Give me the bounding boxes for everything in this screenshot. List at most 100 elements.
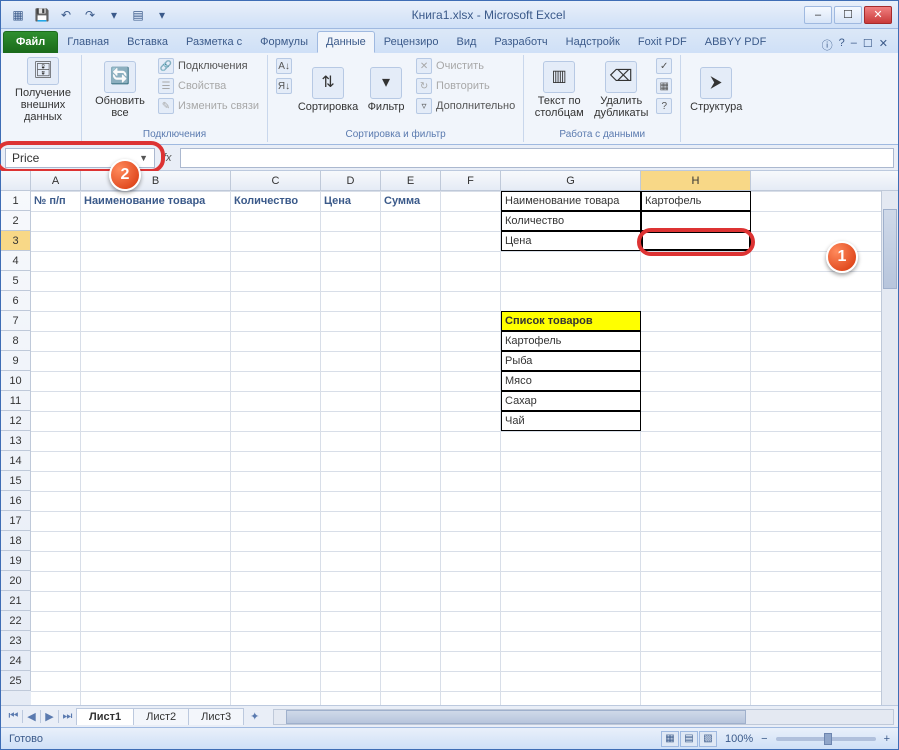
col-header-D[interactable]: D <box>321 171 381 190</box>
cell-G3[interactable]: Цена <box>501 231 641 251</box>
qat-dropdown-icon[interactable]: ▾ <box>151 4 173 26</box>
properties-button[interactable]: ☰Свойства <box>156 77 261 95</box>
horizontal-scrollbar[interactable] <box>273 709 894 725</box>
cell-G2[interactable]: Количество <box>501 211 641 231</box>
col-header-H[interactable]: H <box>641 171 751 190</box>
edit-links-button[interactable]: ✎Изменить связи <box>156 97 261 115</box>
zoom-slider[interactable] <box>776 737 876 741</box>
header-cell-A1[interactable]: № п/п <box>31 191 81 211</box>
col-header-F[interactable]: F <box>441 171 501 190</box>
row-header-11[interactable]: 11 <box>1 391 31 411</box>
save-icon[interactable]: 💾 <box>31 4 53 26</box>
sheet-nav-last-icon[interactable]: ⏭ <box>59 710 77 723</box>
row-header-20[interactable]: 20 <box>1 571 31 591</box>
doc-close-icon[interactable]: ✕ <box>879 37 888 53</box>
name-box-dropdown-icon[interactable]: ▼ <box>139 153 148 163</box>
tab-data[interactable]: Данные <box>317 31 375 53</box>
col-header-E[interactable]: E <box>381 171 441 190</box>
tab-abbyy[interactable]: ABBYY PDF <box>696 31 776 53</box>
col-header-C[interactable]: C <box>231 171 321 190</box>
ribbon-min-icon[interactable]: – <box>851 37 857 53</box>
col-header-A[interactable]: A <box>31 171 81 190</box>
remove-duplicates-button[interactable]: ⌫ Удалить дубликаты <box>592 57 650 123</box>
zoom-in-icon[interactable]: + <box>884 733 890 745</box>
cell-H2[interactable] <box>641 211 751 231</box>
new-sheet-icon[interactable]: ✦ <box>244 710 265 723</box>
tab-home[interactable]: Главная <box>58 31 118 53</box>
row-header-16[interactable]: 16 <box>1 491 31 511</box>
maximize-button[interactable]: ☐ <box>834 6 862 24</box>
row-header-18[interactable]: 18 <box>1 531 31 551</box>
data-validation-button[interactable]: ✓ <box>654 57 674 75</box>
connections-button[interactable]: 🔗Подключения <box>156 57 261 75</box>
header-cell-D1[interactable]: Цена <box>321 191 381 211</box>
close-button[interactable]: ✕ <box>864 6 892 24</box>
row-header-25[interactable]: 25 <box>1 671 31 691</box>
row-header-9[interactable]: 9 <box>1 351 31 371</box>
row-header-6[interactable]: 6 <box>1 291 31 311</box>
reapply-button[interactable]: ↻Повторить <box>414 77 517 95</box>
row-header-17[interactable]: 17 <box>1 511 31 531</box>
zoom-out-icon[interactable]: − <box>761 733 767 745</box>
row-header-21[interactable]: 21 <box>1 591 31 611</box>
sheet-tab-2[interactable]: Лист2 <box>133 708 189 725</box>
row-header-7[interactable]: 7 <box>1 311 31 331</box>
cell-list-item-3[interactable]: Сахар <box>501 391 641 411</box>
row-header-14[interactable]: 14 <box>1 451 31 471</box>
row-header-8[interactable]: 8 <box>1 331 31 351</box>
cell-G1[interactable]: Наименование товара <box>501 191 641 211</box>
formula-input[interactable] <box>180 148 894 168</box>
tab-formulas[interactable]: Формулы <box>251 31 317 53</box>
row-header-12[interactable]: 12 <box>1 411 31 431</box>
row-header-4[interactable]: 4 <box>1 251 31 271</box>
tab-layout[interactable]: Разметка с <box>177 31 251 53</box>
cell-list-item-2[interactable]: Мясо <box>501 371 641 391</box>
vertical-scrollbar[interactable] <box>881 191 898 705</box>
redo-icon[interactable]: ↷ <box>79 4 101 26</box>
tab-developer[interactable]: Разработч <box>485 31 556 53</box>
header-cell-C1[interactable]: Количество <box>231 191 321 211</box>
row-header-15[interactable]: 15 <box>1 471 31 491</box>
refresh-all-button[interactable]: 🔄 Обновить все <box>88 57 152 123</box>
cell-H1[interactable]: Картофель <box>641 191 751 211</box>
cell-H3-active[interactable] <box>641 231 751 251</box>
row-header-24[interactable]: 24 <box>1 651 31 671</box>
advanced-filter-button[interactable]: ▿Дополнительно <box>414 97 517 115</box>
sort-asc-button[interactable]: A↓ <box>274 57 294 75</box>
header-cell-B1[interactable]: Наименование товара <box>81 191 231 211</box>
hscroll-thumb[interactable] <box>286 710 746 724</box>
help-icon[interactable]: ? <box>839 37 845 53</box>
sort-desc-button[interactable]: Я↓ <box>274 77 294 95</box>
file-tab[interactable]: Файл <box>3 31 58 53</box>
cell-list-item-0[interactable]: Картофель <box>501 331 641 351</box>
sheet-nav-next-icon[interactable]: ▶ <box>41 710 59 723</box>
help-info-icon[interactable]: ⓘ <box>822 37 833 53</box>
fx-icon[interactable]: fx <box>159 152 176 164</box>
sheet-nav-prev-icon[interactable]: ◀ <box>23 710 41 723</box>
view-layout-icon[interactable]: ▤ <box>680 731 698 747</box>
undo-icon[interactable]: ↶ <box>55 4 77 26</box>
row-header-19[interactable]: 19 <box>1 551 31 571</box>
tab-addins[interactable]: Надстройк <box>557 31 629 53</box>
filter-button[interactable]: ▾ Фильтр <box>362 57 410 123</box>
qat-extra-icon[interactable]: ▤ <box>127 4 149 26</box>
cell-list-item-1[interactable]: Рыба <box>501 351 641 371</box>
get-external-data-button[interactable]: 🗄 Получение внешних данных <box>11 57 75 123</box>
clear-filter-button[interactable]: ✕Очистить <box>414 57 517 75</box>
row-header-13[interactable]: 13 <box>1 431 31 451</box>
view-pagebreak-icon[interactable]: ▧ <box>699 731 717 747</box>
col-header-B[interactable]: B <box>81 171 231 190</box>
sheet-nav-first-icon[interactable]: ⏮ <box>5 710 23 723</box>
tab-foxit[interactable]: Foxit PDF <box>629 31 696 53</box>
select-all-corner[interactable] <box>1 171 31 190</box>
sheet-tab-1[interactable]: Лист1 <box>76 708 134 725</box>
doc-max-icon[interactable]: ☐ <box>863 37 873 53</box>
row-header-10[interactable]: 10 <box>1 371 31 391</box>
row-header-22[interactable]: 22 <box>1 611 31 631</box>
whatif-button[interactable]: ? <box>654 97 674 115</box>
minimize-button[interactable]: – <box>804 6 832 24</box>
row-header-2[interactable]: 2 <box>1 211 31 231</box>
tab-view[interactable]: Вид <box>448 31 486 53</box>
row-header-23[interactable]: 23 <box>1 631 31 651</box>
tab-insert[interactable]: Вставка <box>118 31 177 53</box>
